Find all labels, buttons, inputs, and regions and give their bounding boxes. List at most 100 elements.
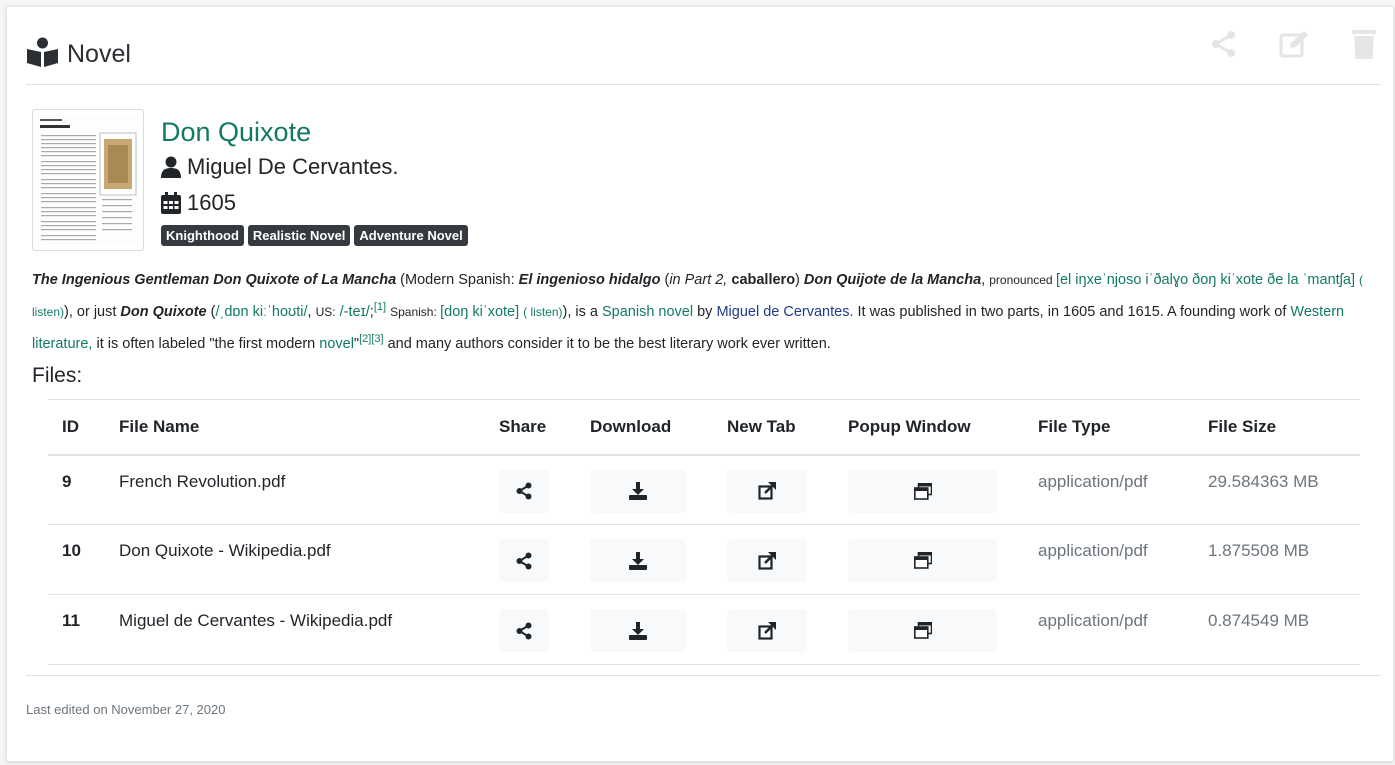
files-table-body: 9 French Revolution.pdf application/pdf … bbox=[48, 454, 1360, 665]
file-size: 29.584363 MB bbox=[1194, 454, 1360, 525]
download-icon bbox=[629, 621, 647, 640]
author-line: Miguel De Cervantes. bbox=[161, 149, 468, 185]
spanish-label: Spanish: bbox=[390, 304, 441, 319]
card-title: Novel bbox=[26, 37, 131, 72]
book-cover-image[interactable] bbox=[32, 109, 144, 251]
desc-text: (Modern Spanish: bbox=[396, 272, 519, 288]
spanish-novel-link[interactable]: Spanish novel bbox=[602, 304, 693, 320]
ipa-us-link[interactable]: /-teɪ/ bbox=[340, 304, 370, 320]
citation-link[interactable]: [3] bbox=[371, 333, 383, 345]
author-name: Miguel De Cervantes. bbox=[187, 154, 399, 179]
header-actions bbox=[1207, 27, 1381, 61]
section-title: Novel bbox=[67, 40, 131, 68]
file-id: 11 bbox=[48, 594, 105, 665]
desc-short-title: Don Quixote bbox=[120, 303, 207, 320]
col-header-share: Share bbox=[485, 399, 576, 456]
file-name: French Revolution.pdf bbox=[105, 454, 485, 525]
file-type: application/pdf bbox=[1024, 524, 1194, 595]
ipa-spanish-link[interactable]: [el iŋxeˈnjoso iˈðalɣo ðoŋ kiˈxote ðe la… bbox=[1056, 272, 1355, 288]
download-file-button[interactable] bbox=[590, 469, 686, 513]
download-file-button[interactable] bbox=[590, 609, 686, 652]
cervantes-link[interactable]: Miguel de Cervantes. bbox=[716, 304, 853, 320]
tag-badge: Knighthood bbox=[161, 225, 244, 246]
novel-link[interactable]: novel bbox=[319, 336, 354, 352]
share-button[interactable] bbox=[1207, 27, 1241, 61]
edit-icon bbox=[1279, 31, 1308, 58]
desc-title: The Ingenious Gentleman Don Quixote of L… bbox=[32, 272, 397, 288]
user-icon bbox=[161, 156, 181, 178]
desc-text: It was published in two parts, in 1605 a… bbox=[853, 303, 1291, 320]
genre-tags: Knighthood Realistic Novel Adventure Nov… bbox=[161, 225, 468, 246]
open-popup-window-button[interactable] bbox=[848, 469, 997, 513]
open-new-tab-button[interactable] bbox=[727, 539, 807, 582]
card-footer: Last edited on November 27, 2020 bbox=[26, 675, 1381, 717]
desc-text: ), is a bbox=[562, 303, 602, 320]
desc-text: ( bbox=[660, 272, 670, 288]
file-type: application/pdf bbox=[1024, 594, 1194, 665]
cover-page-graphic bbox=[38, 115, 138, 245]
book-meta: Don Quixote Miguel De Cervantes. 1605 Kn… bbox=[161, 115, 468, 246]
col-header-file-type: File Type bbox=[1024, 399, 1194, 456]
external-link-icon bbox=[758, 621, 776, 640]
trash-icon bbox=[1352, 30, 1376, 59]
last-edited-text: Last edited on November 27, 2020 bbox=[26, 702, 226, 717]
external-link-icon bbox=[758, 482, 776, 500]
tag-badge: Adventure Novel bbox=[354, 225, 468, 246]
citation-link[interactable]: [2] bbox=[359, 333, 371, 345]
col-header-new-tab: New Tab bbox=[713, 399, 834, 456]
file-id: 9 bbox=[48, 454, 105, 525]
desc-text: it is often labeled "the first modern bbox=[92, 335, 320, 352]
book-title-link[interactable]: Don Quixote bbox=[161, 115, 468, 149]
edit-button[interactable] bbox=[1277, 27, 1311, 61]
novel-card: Novel Don Quixote Miguel De Cervantes. 1… bbox=[6, 6, 1394, 762]
pronounced-label: pronounced bbox=[989, 273, 1056, 287]
share-file-button[interactable] bbox=[499, 469, 549, 513]
listen-link[interactable]: ( listen) bbox=[523, 305, 562, 319]
external-link-icon bbox=[758, 551, 776, 570]
desc-spanish-title: El ingenioso hidalgo bbox=[518, 272, 661, 288]
open-new-tab-button[interactable] bbox=[727, 609, 807, 652]
open-popup-window-button[interactable] bbox=[848, 539, 997, 582]
open-new-tab-button[interactable] bbox=[727, 469, 807, 513]
window-icon bbox=[913, 482, 932, 500]
file-id: 10 bbox=[48, 524, 105, 595]
desc-caballero: caballero bbox=[731, 272, 796, 288]
window-icon bbox=[913, 622, 932, 639]
table-row: 9 French Revolution.pdf application/pdf … bbox=[48, 454, 1360, 525]
table-row: 11 Miguel de Cervantes - Wikipedia.pdf a… bbox=[48, 594, 1360, 665]
download-icon bbox=[629, 482, 647, 500]
book-description: The Ingenious Gentleman Don Quixote of L… bbox=[32, 267, 1380, 358]
desc-quijote-title: Don Quijote de la Mancha bbox=[803, 272, 982, 288]
download-icon bbox=[629, 551, 647, 570]
desc-text: , bbox=[981, 272, 990, 288]
year-line: 1605 bbox=[161, 185, 468, 221]
file-name: Don Quixote - Wikipedia.pdf bbox=[105, 524, 485, 595]
file-size: 0.874549 MB bbox=[1194, 594, 1360, 665]
window-icon bbox=[913, 552, 932, 569]
share-icon bbox=[516, 622, 532, 639]
share-icon bbox=[1212, 31, 1235, 57]
desc-part-note: in Part 2, bbox=[669, 272, 728, 288]
ipa-english-link[interactable]: /ˌdɒn kiːˈhoʊti/ bbox=[215, 304, 307, 320]
file-name: Miguel de Cervantes - Wikipedia.pdf bbox=[105, 594, 485, 665]
col-header-popup-window: Popup Window bbox=[834, 399, 1024, 456]
table-header-row: ID File Name Share Download New Tab Popu… bbox=[48, 399, 1360, 456]
download-file-button[interactable] bbox=[590, 539, 686, 582]
card-header: Novel bbox=[26, 7, 1381, 85]
desc-text: ) bbox=[795, 272, 804, 288]
file-size: 1.875508 MB bbox=[1194, 524, 1360, 595]
desc-text: ), or just bbox=[64, 303, 121, 320]
open-popup-window-button[interactable] bbox=[848, 609, 997, 652]
citation-link[interactable]: [1] bbox=[374, 301, 386, 313]
tag-badge: Realistic Novel bbox=[247, 225, 351, 246]
ipa-short-link[interactable]: [doŋ kiˈxote] bbox=[440, 304, 519, 320]
publication-year: 1605 bbox=[187, 190, 236, 215]
share-icon bbox=[516, 482, 532, 500]
col-header-id: ID bbox=[48, 399, 105, 456]
calendar-icon bbox=[161, 192, 181, 214]
share-file-button[interactable] bbox=[499, 609, 549, 652]
us-label: US: bbox=[315, 304, 336, 319]
share-file-button[interactable] bbox=[499, 539, 549, 582]
col-header-download: Download bbox=[576, 399, 713, 456]
delete-button[interactable] bbox=[1347, 27, 1381, 61]
